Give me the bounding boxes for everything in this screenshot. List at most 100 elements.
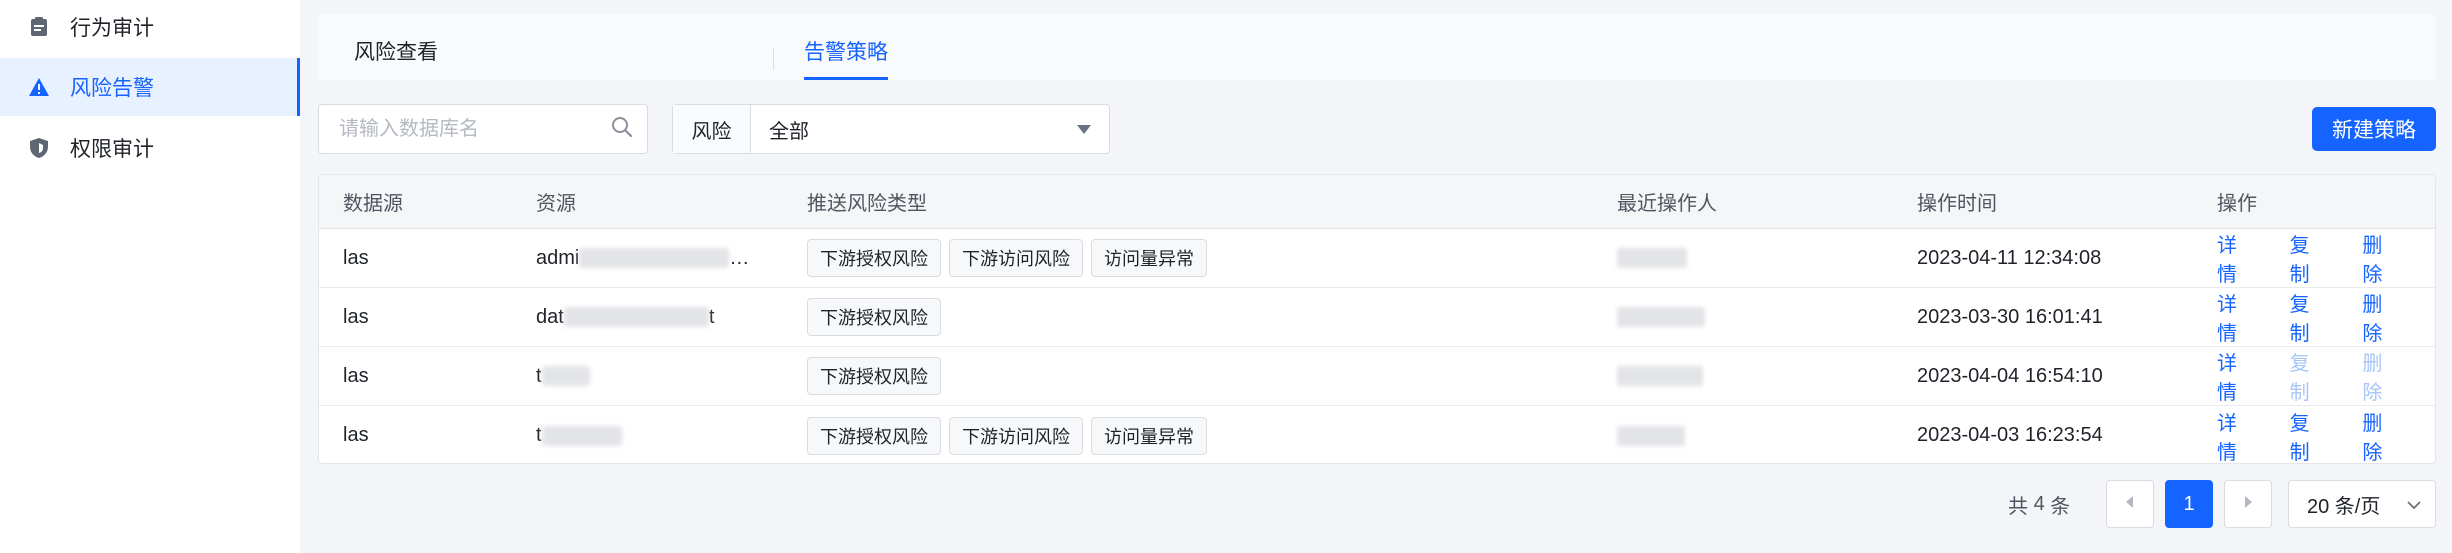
resource-name: t xyxy=(536,424,542,446)
cell-source: las xyxy=(343,364,369,387)
new-policy-button[interactable]: 新建策略 xyxy=(2312,107,2436,151)
prev-page-button[interactable] xyxy=(2106,480,2154,528)
redacted-text xyxy=(1617,425,1685,446)
tab-risk-view[interactable]: 风险查看 xyxy=(354,36,438,80)
cell-risk-types: 下游授权风险 下游访问风险 访问量异常 xyxy=(807,406,1215,463)
sidebar-item-label: 权限审计 xyxy=(70,138,154,161)
sidebar-item-permission-audit[interactable]: 权限审计 xyxy=(0,119,300,177)
column-header-risk-types: 推送风险类型 xyxy=(807,193,927,215)
column-header-operation-time: 操作时间 xyxy=(1917,193,1997,215)
total-prefix: 共 xyxy=(2008,495,2028,518)
sidebar-item-risk-alert[interactable]: 风险告警 xyxy=(0,58,300,116)
total-suffix: 条 xyxy=(2050,495,2071,518)
copy-link[interactable]: 复制 xyxy=(2290,288,2327,346)
next-page-button[interactable] xyxy=(2224,480,2272,528)
copy-link[interactable]: 复制 xyxy=(2290,407,2327,464)
cell-last-operator xyxy=(1617,229,1687,287)
page-size-select[interactable]: 20 条/页 xyxy=(2288,480,2436,528)
risk-type-tag: 下游访问风险 xyxy=(949,239,1083,277)
sidebar-item-label: 行为审计 xyxy=(70,17,154,40)
resource-suffix: t xyxy=(708,305,715,328)
table-row: las dat t 下游授权风险 2023-03-30 16:01:41 详情 … xyxy=(319,288,2435,347)
redacted-text xyxy=(579,248,730,268)
caret-down-icon xyxy=(1059,124,1109,134)
chevron-left-icon xyxy=(2126,495,2134,513)
sidebar-item-behavior-audit[interactable]: 行为审计 xyxy=(0,0,300,56)
search-input[interactable] xyxy=(339,117,611,141)
risk-filter-label: 风险 xyxy=(673,105,751,153)
chevron-right-icon xyxy=(2244,495,2252,513)
resource-name: admi xyxy=(536,246,580,269)
cell-actions: 详情 复制 删除 xyxy=(2217,406,2435,464)
redacted-text xyxy=(1617,307,1705,327)
redacted-text xyxy=(541,366,590,386)
cell-risk-types: 下游授权风险 xyxy=(807,347,949,405)
tab-divider xyxy=(773,48,774,70)
resource-ellipsis: … xyxy=(729,246,750,269)
chevron-down-icon xyxy=(2407,493,2421,516)
table-header: 数据源 资源 推送风险类型 最近操作人 操作时间 操作 xyxy=(319,175,2435,229)
risk-type-tag: 下游访问风险 xyxy=(949,416,1083,455)
detail-link[interactable]: 详情 xyxy=(2217,347,2254,405)
cell-operation-time: 2023-04-03 16:23:54 xyxy=(1917,424,2103,446)
pagination-total: 共 4 条 xyxy=(2008,480,2070,528)
cell-resource: admi … xyxy=(536,229,749,287)
column-header-last-operator: 最近操作人 xyxy=(1617,193,1717,215)
cell-resource: t xyxy=(536,406,622,463)
detail-link[interactable]: 详情 xyxy=(2217,288,2254,346)
page-size-value: 20 条/页 xyxy=(2307,495,2381,518)
main-content: 风险查看 告警策略 风险 全部 新建策略 数据源 资源 推送风险类型 最近操作人… xyxy=(300,0,2452,553)
column-header-source: 数据源 xyxy=(343,193,403,215)
detail-link[interactable]: 详情 xyxy=(2217,407,2254,464)
delete-link[interactable]: 删除 xyxy=(2362,288,2399,346)
redacted-text xyxy=(541,425,622,446)
detail-link[interactable]: 详情 xyxy=(2217,229,2254,287)
sidebar-item-label: 风险告警 xyxy=(70,77,154,100)
warning-icon xyxy=(28,76,50,98)
cell-last-operator xyxy=(1617,347,1703,405)
table-row: las t 下游授权风险 2023-04-04 16:54:10 详情 复制 删… xyxy=(319,347,2435,406)
cell-operation-time: 2023-04-11 12:34:08 xyxy=(1917,246,2102,269)
cell-last-operator xyxy=(1617,288,1705,346)
delete-link[interactable]: 删除 xyxy=(2362,407,2399,464)
resource-name: dat xyxy=(536,305,564,328)
cell-source: las xyxy=(343,424,369,446)
risk-type-tag: 访问量异常 xyxy=(1091,239,1207,277)
cell-risk-types: 下游授权风险 xyxy=(807,288,949,346)
search-box xyxy=(318,104,648,154)
cell-risk-types: 下游授权风险 下游访问风险 访问量异常 xyxy=(807,229,1215,287)
cell-resource: dat t xyxy=(536,288,714,346)
copy-link[interactable]: 复制 xyxy=(2290,229,2327,287)
clipboard-icon xyxy=(28,16,50,38)
delete-link[interactable]: 删除 xyxy=(2362,229,2399,287)
resource-name: t xyxy=(536,364,542,387)
delete-link: 删除 xyxy=(2362,353,2383,404)
sidebar: 行为审计 风险告警 权限审计 xyxy=(0,0,300,553)
redacted-text xyxy=(563,307,709,327)
cell-actions: 详情 复制 删除 xyxy=(2217,229,2435,287)
copy-link: 复制 xyxy=(2289,353,2310,404)
cell-resource: t xyxy=(536,347,590,405)
column-header-actions: 操作 xyxy=(2217,193,2257,215)
risk-filter-value: 全部 xyxy=(769,120,809,143)
cell-operation-time: 2023-04-04 16:54:10 xyxy=(1917,364,2103,387)
tab-bar: 风险查看 告警策略 xyxy=(318,14,2436,80)
page-number-current[interactable]: 1 xyxy=(2165,480,2213,528)
cell-operation-time: 2023-03-30 16:01:41 xyxy=(1917,305,2103,328)
redacted-text xyxy=(1617,366,1703,386)
risk-type-tag: 下游授权风险 xyxy=(807,357,941,395)
risk-type-tag: 下游授权风险 xyxy=(807,298,941,336)
search-icon[interactable] xyxy=(611,116,633,143)
tab-alert-policy[interactable]: 告警策略 xyxy=(804,36,888,80)
cell-source: las xyxy=(343,305,369,328)
shield-icon xyxy=(28,137,50,159)
table-row: las admi … 下游授权风险 下游访问风险 访问量异常 2023-04-1… xyxy=(319,229,2435,288)
policy-table: 数据源 资源 推送风险类型 最近操作人 操作时间 操作 las admi … 下… xyxy=(318,174,2436,464)
cell-last-operator xyxy=(1617,406,1685,463)
redacted-text xyxy=(1617,248,1687,268)
risk-type-tag: 下游授权风险 xyxy=(807,239,941,277)
column-header-resource: 资源 xyxy=(536,193,576,215)
cell-source: las xyxy=(343,246,369,269)
cell-actions: 详情 复制 删除 xyxy=(2217,288,2435,346)
risk-filter-select[interactable]: 风险 全部 xyxy=(672,104,1110,154)
